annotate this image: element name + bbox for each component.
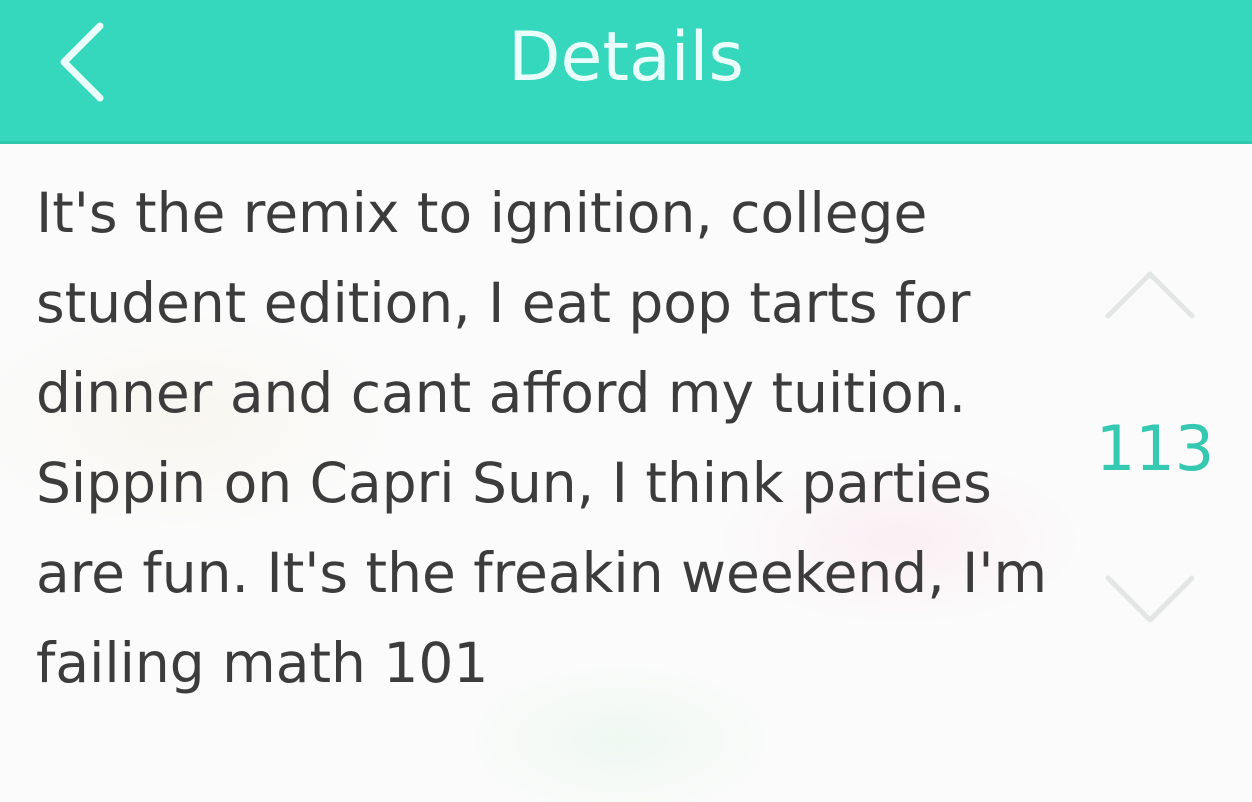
vote-control: 113 — [1090, 262, 1230, 642]
post-text: It's the remix to ignition, college stud… — [36, 181, 1048, 695]
vote-count: 113 — [1095, 412, 1215, 485]
screen: Details It's the remix to ignition, coll… — [0, 0, 1252, 802]
upvote-button[interactable] — [1102, 262, 1198, 322]
chevron-up-icon — [1105, 271, 1195, 319]
page-title: Details — [508, 18, 744, 97]
downvote-button[interactable] — [1102, 572, 1198, 632]
navigation-bar: Details — [0, 0, 1252, 144]
post-content: It's the remix to ignition, college stud… — [36, 168, 1076, 708]
chevron-down-icon — [1105, 575, 1195, 623]
